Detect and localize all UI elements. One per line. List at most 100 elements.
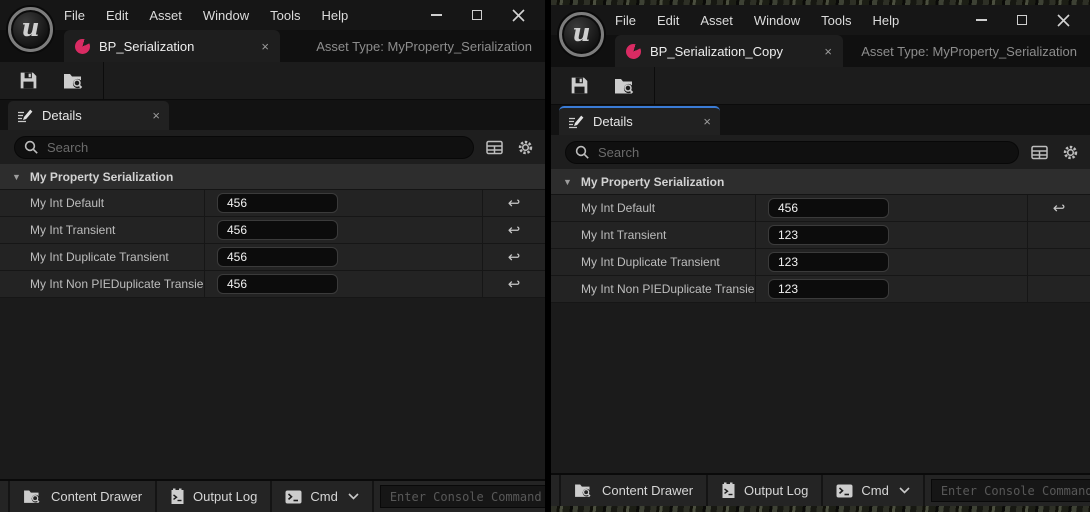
cmd-dropdown-button[interactable]: Cmd: [272, 481, 373, 512]
menu-tools[interactable]: Tools: [821, 13, 851, 28]
menu-file[interactable]: File: [64, 8, 85, 23]
output-log-button[interactable]: Output Log: [708, 475, 823, 506]
save-button[interactable]: [570, 76, 589, 95]
gear-icon: [1062, 144, 1079, 161]
menu-tools[interactable]: Tools: [270, 8, 300, 23]
property-value-input[interactable]: [217, 247, 338, 267]
property-value-input[interactable]: [768, 225, 889, 245]
console-command-field[interactable]: [931, 479, 1090, 502]
output-log-label: Output Log: [744, 483, 808, 498]
asset-tab[interactable]: BP_Serialization_Copy ×: [615, 35, 843, 67]
content-drawer-button[interactable]: Content Drawer: [559, 475, 708, 506]
maximize-button[interactable]: [470, 8, 484, 22]
menu-window[interactable]: Window: [203, 8, 249, 23]
property-row: My Int Default ↩: [551, 195, 1090, 222]
window-controls: [429, 8, 525, 22]
status-bar: Content Drawer Output Log Cmd: [0, 479, 545, 512]
property-label: My Int Default: [551, 195, 756, 221]
search-input[interactable]: [598, 145, 1009, 160]
output-log-label: Output Log: [193, 489, 257, 504]
browse-to-asset-button[interactable]: [614, 76, 637, 96]
asset-tab-bar: BP_Serialization × Asset Type: MyPropert…: [0, 30, 545, 62]
property-value-input[interactable]: [217, 220, 338, 240]
reset-to-default-icon[interactable]: ↩: [1053, 201, 1066, 216]
category-header[interactable]: ▼ My Property Serialization: [551, 169, 1090, 195]
close-button[interactable]: [1056, 13, 1070, 27]
property-value-input[interactable]: [768, 279, 889, 299]
output-log-icon: [170, 488, 185, 505]
minimize-button[interactable]: [429, 8, 443, 22]
browse-to-asset-button[interactable]: [63, 71, 86, 91]
output-log-button[interactable]: Output Log: [157, 481, 272, 512]
chevron-down-icon: ▼: [563, 177, 572, 187]
save-button[interactable]: [19, 71, 38, 90]
console-command-input[interactable]: [941, 484, 1090, 498]
details-tab[interactable]: Details ×: [8, 101, 169, 130]
menu-asset[interactable]: Asset: [149, 8, 182, 23]
desktop: u File Edit Asset Window Tools Help: [0, 0, 1090, 512]
property-row: My Int Duplicate Transient: [551, 249, 1090, 276]
property-label: My Int Transient: [551, 222, 756, 248]
property-row: My Int Non PIEDuplicate Transient ↩: [0, 271, 545, 298]
property-value-input[interactable]: [217, 274, 338, 294]
details-pencil-icon: [568, 114, 584, 129]
property-value-input[interactable]: [768, 252, 889, 272]
window-controls: [974, 13, 1070, 27]
category-header[interactable]: ▼ My Property Serialization: [0, 164, 545, 190]
display-filter-button[interactable]: [1028, 141, 1050, 163]
details-tab-title: Details: [42, 108, 82, 123]
settings-button[interactable]: [1059, 141, 1081, 163]
reset-to-default-icon[interactable]: ↩: [508, 277, 521, 292]
details-tab-close-icon[interactable]: ×: [703, 115, 711, 128]
console-command-input[interactable]: [390, 490, 543, 504]
chevron-down-icon: ▼: [12, 172, 21, 182]
property-value-input[interactable]: [217, 193, 338, 213]
settings-button[interactable]: [514, 136, 536, 158]
property-label: My Int Default: [0, 190, 205, 216]
reset-to-default-icon[interactable]: ↩: [508, 196, 521, 211]
content-drawer-label: Content Drawer: [51, 489, 142, 504]
close-button[interactable]: [511, 8, 525, 22]
cmd-label: Cmd: [861, 483, 888, 498]
property-value-input[interactable]: [768, 198, 889, 218]
menu-window[interactable]: Window: [754, 13, 800, 28]
search-row: [551, 135, 1090, 169]
asset-tab-bar: BP_Serialization_Copy × Asset Type: MyPr…: [551, 35, 1090, 67]
menu-asset[interactable]: Asset: [700, 13, 733, 28]
blueprint-asset-icon: [626, 44, 641, 59]
cmd-terminal-icon: [285, 490, 302, 504]
property-label: My Int Transient: [0, 217, 205, 243]
search-icon: [575, 145, 590, 160]
menu-help[interactable]: Help: [321, 8, 348, 23]
cmd-dropdown-button[interactable]: Cmd: [823, 475, 924, 506]
menu-help[interactable]: Help: [872, 13, 899, 28]
maximize-button[interactable]: [1015, 13, 1029, 27]
details-tab[interactable]: Details ×: [559, 106, 720, 135]
details-tab-row: Details ×: [0, 100, 545, 130]
category-label: My Property Serialization: [30, 170, 173, 184]
property-row: My Int Default ↩: [0, 190, 545, 217]
tab-close-icon[interactable]: ×: [261, 40, 269, 53]
menu-edit[interactable]: Edit: [106, 8, 128, 23]
desktop-wallpaper-strip: [551, 506, 1090, 512]
tab-close-icon[interactable]: ×: [824, 45, 832, 58]
titlebar: File Edit Asset Window Tools Help: [551, 5, 1090, 35]
reset-to-default-icon[interactable]: ↩: [508, 250, 521, 265]
output-log-icon: [721, 482, 736, 499]
reset-to-default-icon[interactable]: ↩: [508, 223, 521, 238]
cmd-label: Cmd: [310, 489, 337, 504]
folder-search-icon: [614, 76, 637, 96]
display-filter-button[interactable]: [483, 136, 505, 158]
asset-tab[interactable]: BP_Serialization ×: [64, 30, 280, 62]
details-tab-close-icon[interactable]: ×: [152, 109, 160, 122]
menu-edit[interactable]: Edit: [657, 13, 679, 28]
details-pencil-icon: [17, 108, 33, 123]
search-input[interactable]: [47, 140, 464, 155]
minimize-button[interactable]: [974, 13, 988, 27]
content-drawer-button[interactable]: Content Drawer: [8, 481, 157, 512]
search-field[interactable]: [565, 141, 1019, 164]
menu-file[interactable]: File: [615, 13, 636, 28]
search-field[interactable]: [14, 136, 474, 159]
console-command-field[interactable]: [380, 485, 545, 508]
property-row: My Int Transient ↩: [0, 217, 545, 244]
